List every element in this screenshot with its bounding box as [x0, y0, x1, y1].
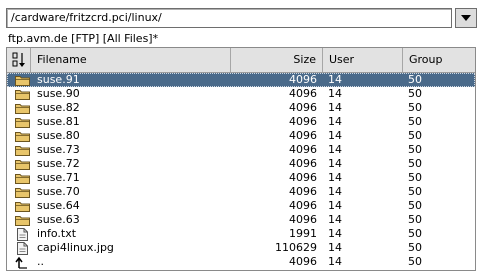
- folder-icon: [15, 185, 31, 199]
- file-user: 14: [328, 241, 342, 254]
- file-user: 14: [328, 101, 342, 114]
- file-size: 4096: [289, 143, 317, 156]
- file-list-header: Filename Size User Group: [7, 48, 475, 73]
- sort-icon: [12, 52, 25, 67]
- folder-icon: [15, 115, 31, 129]
- file-row[interactable]: .. 4096 14 50: [7, 255, 475, 269]
- file-rows: suse.91 4096 14 50 suse.90 4096 14 50 suse.82 409…: [7, 73, 475, 269]
- file-group: 50: [408, 73, 422, 86]
- file-size: 4096: [289, 157, 317, 170]
- file-name: capi4linux.jpg: [37, 241, 114, 254]
- folder-icon: [15, 101, 31, 115]
- file-user: 14: [328, 129, 342, 142]
- file-user: 14: [328, 213, 342, 226]
- file-group: 50: [408, 157, 422, 170]
- file-group: 50: [408, 185, 422, 198]
- file-group: 50: [408, 171, 422, 184]
- file-size: 4096: [289, 255, 317, 268]
- file-size: 4096: [289, 101, 317, 114]
- file-row[interactable]: suse.73 4096 14 50: [7, 143, 475, 157]
- folder-icon: [15, 199, 31, 213]
- chevron-down-icon: [461, 15, 471, 21]
- file-name: suse.91: [37, 73, 80, 86]
- file-group: 50: [408, 199, 422, 212]
- file-size: 4096: [289, 87, 317, 100]
- file-row[interactable]: suse.82 4096 14 50: [7, 101, 475, 115]
- file-row[interactable]: suse.71 4096 14 50: [7, 171, 475, 185]
- file-user: 14: [328, 171, 342, 184]
- file-name: suse.82: [37, 101, 80, 114]
- file-list[interactable]: Filename Size User Group suse.91 4096 14 50…: [6, 47, 476, 271]
- file-user: 14: [328, 143, 342, 156]
- file-name: suse.73: [37, 143, 80, 156]
- path-dropdown-button[interactable]: [455, 8, 477, 28]
- file-user: 14: [328, 115, 342, 128]
- file-row[interactable]: suse.90 4096 14 50: [7, 87, 475, 101]
- file-row[interactable]: suse.80 4096 14 50: [7, 129, 475, 143]
- file-size: 4096: [289, 185, 317, 198]
- file-user: 14: [328, 199, 342, 212]
- path-input[interactable]: /cardware/fritzcrd.pci/linux/: [6, 8, 452, 28]
- file-name: ..: [37, 255, 44, 268]
- group-column-header[interactable]: Group: [403, 48, 475, 72]
- file-user: 14: [328, 73, 342, 86]
- file-row[interactable]: suse.70 4096 14 50: [7, 185, 475, 199]
- file-name: suse.71: [37, 171, 80, 184]
- file-group: 50: [408, 213, 422, 226]
- file-name: suse.64: [37, 199, 80, 212]
- file-size: 110629: [275, 241, 317, 254]
- file-group: 50: [408, 255, 422, 268]
- file-row[interactable]: suse.64 4096 14 50: [7, 199, 475, 213]
- folder-icon: [15, 171, 31, 185]
- file-row[interactable]: suse.81 4096 14 50: [7, 115, 475, 129]
- file-group: 50: [408, 115, 422, 128]
- file-name: suse.81: [37, 115, 80, 128]
- file-row[interactable]: capi4linux.jpg 110629 14 50: [7, 241, 475, 255]
- file-size: 4096: [289, 115, 317, 128]
- file-size: 4096: [289, 73, 317, 86]
- file-size: 4096: [289, 213, 317, 226]
- file-group: 50: [408, 101, 422, 114]
- file-row[interactable]: suse.72 4096 14 50: [7, 157, 475, 171]
- folder-icon: [15, 73, 31, 87]
- file-name: suse.90: [37, 87, 80, 100]
- file-size: 4096: [289, 129, 317, 142]
- file-user: 14: [328, 185, 342, 198]
- file-row[interactable]: suse.91 4096 14 50: [7, 73, 475, 87]
- folder-icon: [15, 87, 31, 101]
- file-group: 50: [408, 143, 422, 156]
- folder-icon: [15, 213, 31, 227]
- file-name: suse.70: [37, 185, 80, 198]
- folder-icon: [15, 157, 31, 171]
- file-name: suse.80: [37, 129, 80, 142]
- file-size: 4096: [289, 171, 317, 184]
- file-row[interactable]: suse.63 4096 14 50: [7, 213, 475, 227]
- file-user: 14: [328, 157, 342, 170]
- path-bar: /cardware/fritzcrd.pci/linux/: [6, 8, 477, 30]
- file-icon: [15, 227, 31, 241]
- file-group: 50: [408, 129, 422, 142]
- file-group: 50: [408, 241, 422, 254]
- size-column-header[interactable]: Size: [231, 48, 323, 72]
- folder-icon: [15, 143, 31, 157]
- connection-status: ftp.avm.de [FTP] [All Files]*: [8, 32, 159, 45]
- file-user: 14: [328, 227, 342, 240]
- user-column-header[interactable]: User: [323, 48, 403, 72]
- file-group: 50: [408, 87, 422, 100]
- file-row[interactable]: info.txt 1991 14 50: [7, 227, 475, 241]
- file-user: 14: [328, 87, 342, 100]
- file-icon: [15, 241, 31, 255]
- sort-column-header[interactable]: [7, 48, 31, 72]
- filename-column-header[interactable]: Filename: [31, 48, 231, 72]
- file-name: suse.72: [37, 157, 80, 170]
- file-name: suse.63: [37, 213, 80, 226]
- file-user: 14: [328, 255, 342, 268]
- file-group: 50: [408, 227, 422, 240]
- file-size: 1991: [289, 227, 317, 240]
- folder-icon: [15, 129, 31, 143]
- file-name: info.txt: [37, 227, 77, 240]
- parent-dir-icon: [15, 255, 31, 269]
- file-size: 4096: [289, 199, 317, 212]
